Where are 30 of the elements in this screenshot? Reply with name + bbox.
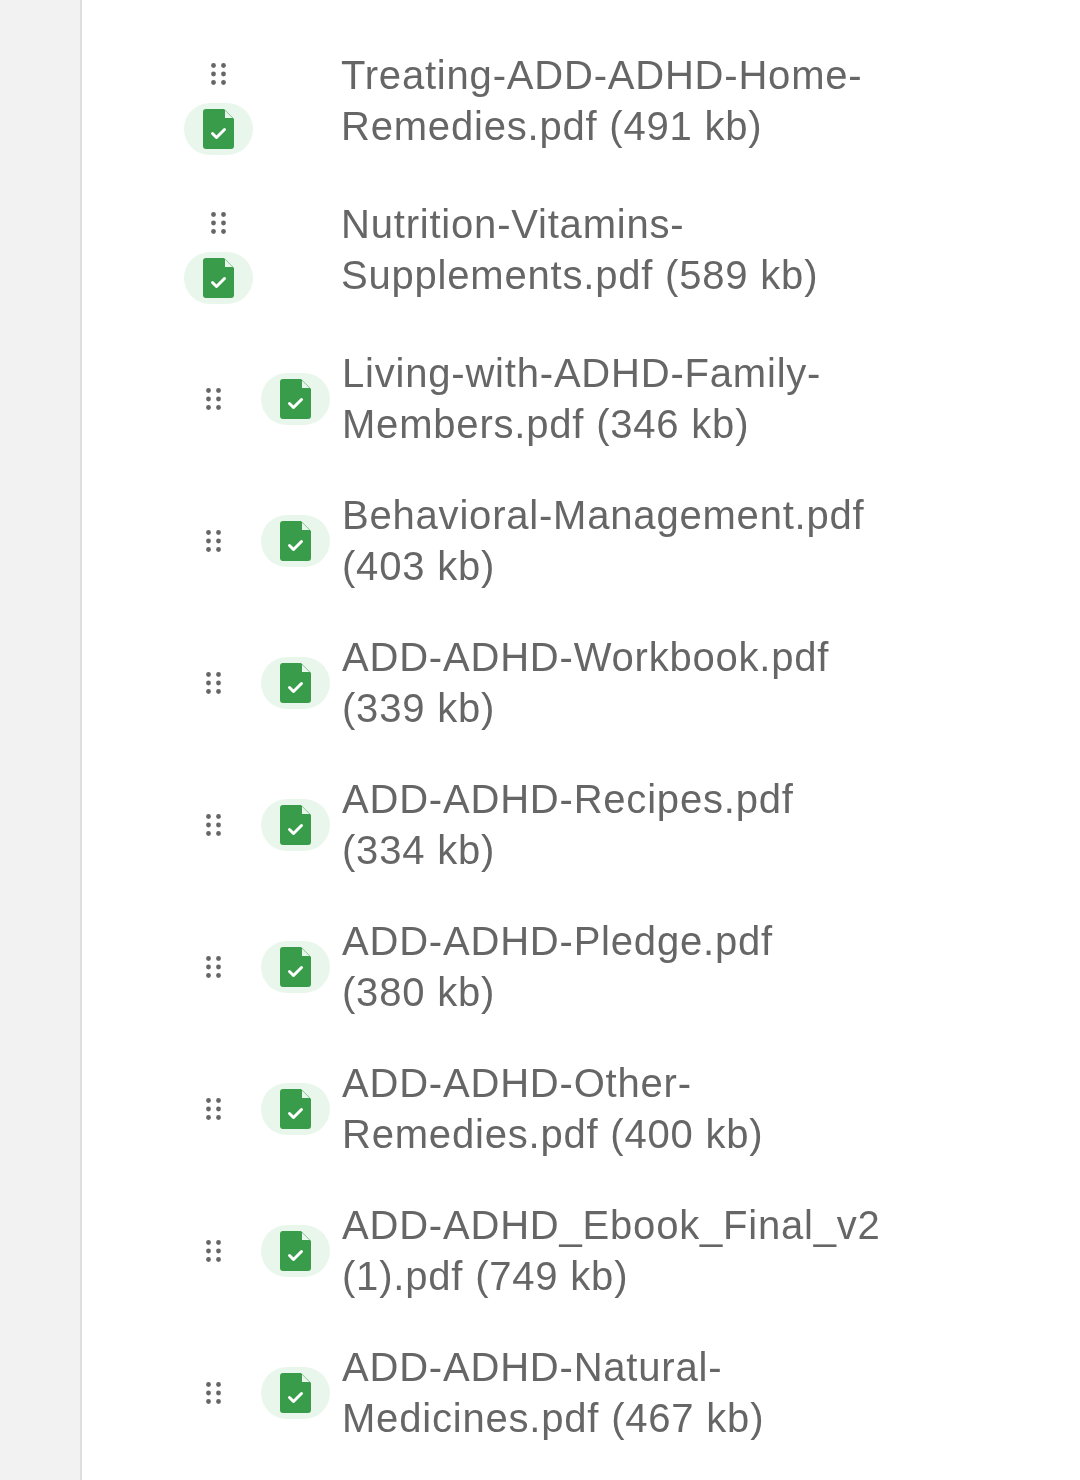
drag-handle-icon[interactable]: [206, 956, 221, 978]
file-check-icon: [184, 252, 253, 304]
drag-handle-icon[interactable]: [211, 212, 226, 234]
file-check-icon: [261, 657, 330, 709]
file-check-icon: [184, 103, 253, 155]
drag-handle-icon[interactable]: [206, 672, 221, 694]
file-name: ADD-ADHD_Ebook_Final_v2 (1).pdf (749 kb): [342, 1202, 882, 1300]
file-name: Living-with-ADHD-Family-Members.pdf (346 kb): [342, 350, 823, 448]
file-check-icon: [261, 515, 330, 567]
drag-handle-icon[interactable]: [206, 1098, 221, 1120]
file-check-icon: [261, 373, 330, 425]
drag-handle-icon[interactable]: [206, 1382, 221, 1404]
drag-handle-icon[interactable]: [206, 1240, 221, 1262]
file-name: ADD-ADHD-Other-Remedies.pdf (400 kb): [342, 1060, 765, 1158]
file-check-icon: [261, 799, 330, 851]
drag-handle-icon[interactable]: [206, 530, 221, 552]
file-check-icon: [261, 1225, 330, 1277]
file-name: Treating-ADD-ADHD-Home-Remedies.pdf (491 kb): [341, 52, 864, 150]
file-check-icon: [261, 941, 330, 993]
drag-handle-icon[interactable]: [211, 63, 226, 85]
file-name: ADD-ADHD-Recipes.pdf (334 kb): [342, 776, 795, 874]
file-name: ADD-ADHD-Workbook.pdf (339 kb): [342, 634, 831, 732]
drag-handle-icon[interactable]: [206, 388, 221, 410]
file-name: ADD-ADHD-Natural-Medicines.pdf (467 kb): [342, 1344, 766, 1442]
file-name: ADD-ADHD-Pledge.pdf (380 kb): [342, 918, 774, 1016]
file-check-icon: [261, 1083, 330, 1135]
file-name: Behavioral-Management.pdf (403 kb): [342, 492, 866, 590]
file-name: Nutrition-Vitamins-Supplements.pdf (589 kb): [341, 201, 820, 299]
file-check-icon: [261, 1367, 330, 1419]
drag-handle-icon[interactable]: [206, 814, 221, 836]
